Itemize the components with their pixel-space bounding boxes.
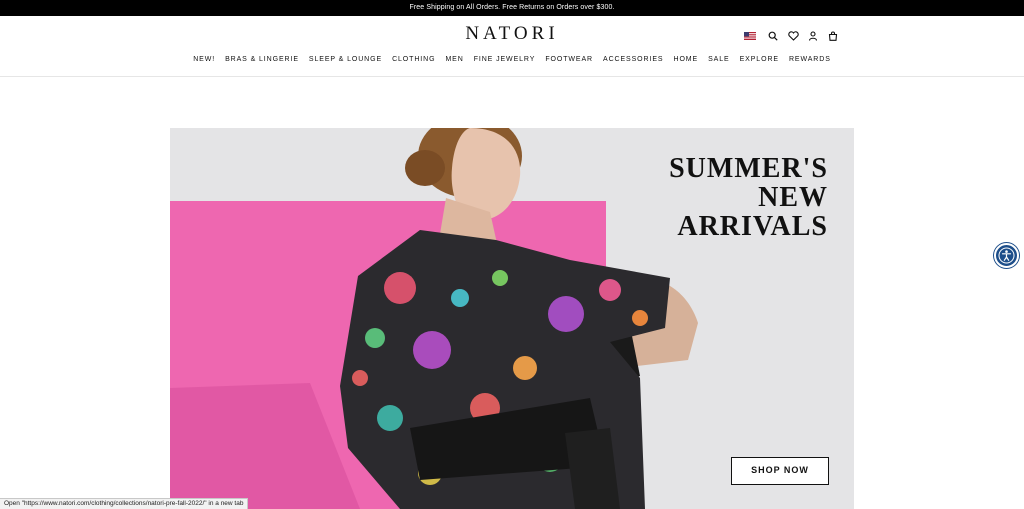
nav-item-sale[interactable]: SALE [708,56,730,63]
nav-item-accessories[interactable]: ACCESSORIES [603,56,663,63]
status-text: Open "https://www.natori.com/clothing/co… [4,500,244,507]
nav-item-new[interactable]: NEW! [193,56,215,63]
nav-item-clothing[interactable]: CLOTHING [392,56,435,63]
heart-icon[interactable] [786,29,800,43]
nav-item-explore[interactable]: EXPLORE [740,56,779,63]
us-flag-icon[interactable] [744,32,756,40]
hero-banner[interactable]: SUMMER'S NEW ARRIVALS SHOP NOW [170,128,854,509]
nav-item-sleep-lounge[interactable]: SLEEP & LOUNGE [309,56,382,63]
site-header: NATORI NEW! BRAS & LINGERIE SLEEP & LOUN… [0,16,1024,77]
nav-item-bras-lingerie[interactable]: BRAS & LINGERIE [225,56,299,63]
browser-status-bar: Open "https://www.natori.com/clothing/co… [0,498,249,509]
accessibility-icon [998,247,1015,264]
nav-item-men[interactable]: MEN [445,56,463,63]
utility-icons [744,29,846,43]
nav-item-rewards[interactable]: REWARDS [789,56,831,63]
nav-item-footwear[interactable]: FOOTWEAR [545,56,593,63]
headline-line-2: NEW [758,182,828,213]
bag-icon[interactable] [826,29,840,43]
main-nav: NEW! BRAS & LINGERIE SLEEP & LOUNGE CLOT… [0,56,1024,63]
hero-headline: SUMMER'S NEW ARRIVALS [669,154,828,241]
accessibility-button[interactable] [994,243,1019,268]
natori-logo[interactable]: NATORI [0,23,1024,45]
search-icon[interactable] [766,29,780,43]
shop-now-button[interactable]: SHOP NOW [731,457,829,485]
headline-line-1: SUMMER'S [669,153,828,184]
headline-line-3: ARRIVALS [677,211,828,242]
promo-text: Free Shipping on All Orders. Free Return… [409,4,615,11]
nav-item-fine-jewelry[interactable]: FINE JEWELRY [474,56,536,63]
account-icon[interactable] [806,29,820,43]
nav-item-home[interactable]: HOME [673,56,698,63]
promo-bar: Free Shipping on All Orders. Free Return… [0,0,1024,16]
